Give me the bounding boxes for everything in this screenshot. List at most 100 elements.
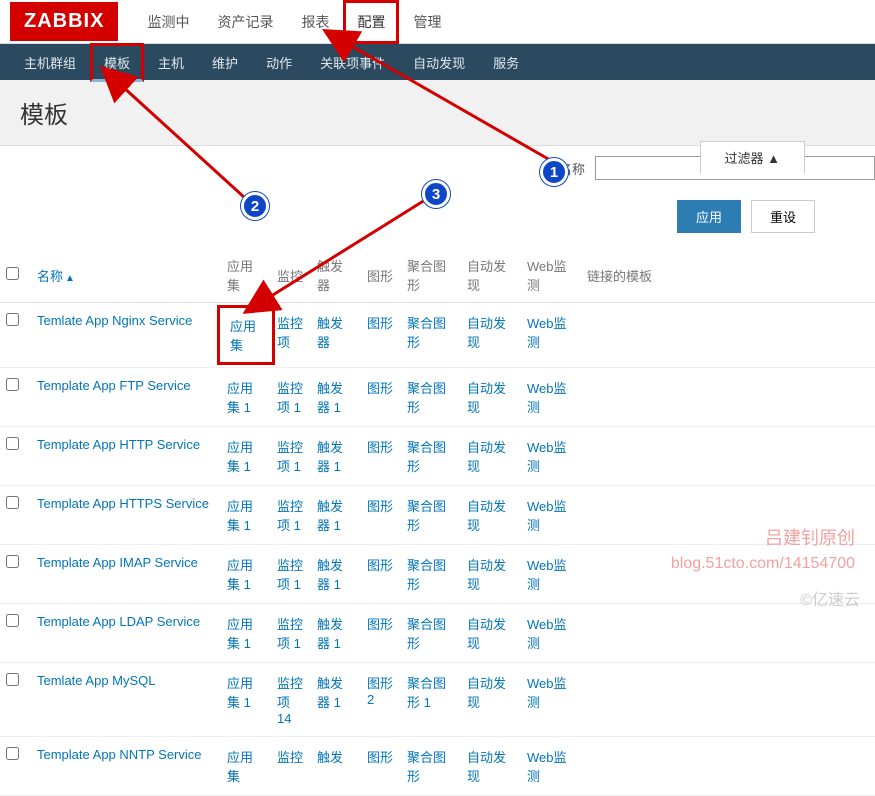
row-checkbox[interactable] bbox=[6, 673, 19, 686]
graph-link[interactable]: 图形 2 bbox=[367, 676, 393, 707]
row-checkbox[interactable] bbox=[6, 313, 19, 326]
appset-link[interactable]: 应用集 1 bbox=[227, 617, 253, 651]
appset-link[interactable]: 应用集 bbox=[230, 319, 256, 353]
discovery-link[interactable]: 自动发现 bbox=[467, 381, 506, 415]
appset-link[interactable]: 应用集 1 bbox=[227, 381, 253, 415]
trigger-link[interactable]: 触发器 1 bbox=[317, 676, 343, 710]
reset-button[interactable]: 重设 bbox=[751, 200, 815, 233]
col-graph[interactable]: 图形 bbox=[361, 248, 401, 303]
col-linked[interactable]: 链接的模板 bbox=[581, 248, 875, 303]
sub-nav-1[interactable]: 模板 bbox=[90, 43, 144, 82]
web-link[interactable]: Web监测 bbox=[527, 617, 567, 651]
monitor-link[interactable]: 监控项 1 bbox=[277, 381, 303, 415]
trigger-link[interactable]: 触发器 1 bbox=[317, 617, 343, 651]
select-all-checkbox[interactable] bbox=[6, 267, 19, 280]
discovery-link[interactable]: 自动发现 bbox=[467, 499, 506, 533]
sub-nav-7[interactable]: 服务 bbox=[479, 43, 533, 82]
filter-toggle[interactable]: 过滤器 ▲ bbox=[700, 141, 805, 173]
top-nav-2[interactable]: 报表 bbox=[287, 0, 343, 44]
aggregate-link[interactable]: 聚合图形 bbox=[407, 499, 446, 533]
web-link[interactable]: Web监测 bbox=[527, 440, 567, 474]
web-link[interactable]: Web监测 bbox=[527, 750, 567, 784]
trigger-link[interactable]: 触发器 1 bbox=[317, 499, 343, 533]
monitor-link[interactable]: 监控项 14 bbox=[277, 676, 303, 726]
aggregate-link[interactable]: 聚合图形 bbox=[407, 381, 446, 415]
template-name-link[interactable]: Template App IMAP Service bbox=[37, 555, 198, 570]
top-nav-1[interactable]: 资产记录 bbox=[203, 0, 287, 44]
trigger-link[interactable]: 触发 bbox=[317, 750, 343, 765]
trigger-link[interactable]: 触发器 bbox=[317, 316, 343, 350]
appset-link[interactable]: 应用集 1 bbox=[227, 440, 253, 474]
col-web[interactable]: Web监测 bbox=[521, 248, 581, 303]
discovery-link[interactable]: 自动发现 bbox=[467, 676, 506, 710]
top-nav-0[interactable]: 监测中 bbox=[133, 0, 203, 44]
graph-link[interactable]: 图形 bbox=[367, 558, 393, 573]
sub-nav-5[interactable]: 关联项事件 bbox=[306, 43, 399, 82]
aggregate-link[interactable]: 聚合图形 bbox=[407, 558, 446, 592]
template-name-link[interactable]: Template App LDAP Service bbox=[37, 614, 200, 629]
monitor-link[interactable]: 监控项 1 bbox=[277, 499, 303, 533]
graph-link[interactable]: 图形 bbox=[367, 381, 393, 396]
aggregate-link[interactable]: 聚合图形 bbox=[407, 617, 446, 651]
appset-link[interactable]: 应用集 1 bbox=[227, 499, 253, 533]
row-checkbox[interactable] bbox=[6, 614, 19, 627]
aggregate-link[interactable]: 聚合图形 1 bbox=[407, 676, 446, 710]
web-link[interactable]: Web监测 bbox=[527, 558, 567, 592]
monitor-link[interactable]: 监控项 1 bbox=[277, 558, 303, 592]
discovery-link[interactable]: 自动发现 bbox=[467, 440, 506, 474]
row-checkbox[interactable] bbox=[6, 747, 19, 760]
graph-link[interactable]: 图形 bbox=[367, 617, 393, 632]
aggregate-link[interactable]: 聚合图形 bbox=[407, 316, 446, 350]
template-name-link[interactable]: Temlate App MySQL bbox=[37, 673, 156, 688]
row-checkbox[interactable] bbox=[6, 437, 19, 450]
web-link[interactable]: Web监测 bbox=[527, 316, 567, 350]
sub-nav-2[interactable]: 主机 bbox=[144, 43, 198, 82]
aggregate-link[interactable]: 聚合图形 bbox=[407, 750, 446, 784]
col-aggregate[interactable]: 聚合图形 bbox=[401, 248, 461, 303]
discovery-link[interactable]: 自动发现 bbox=[467, 617, 506, 651]
appset-link[interactable]: 应用集 bbox=[227, 750, 253, 784]
template-name-link[interactable]: Template App HTTPS Service bbox=[37, 496, 209, 511]
row-checkbox[interactable] bbox=[6, 496, 19, 509]
row-checkbox[interactable] bbox=[6, 378, 19, 391]
template-name-link[interactable]: Temlate App Nginx Service bbox=[37, 313, 192, 328]
top-nav-3[interactable]: 配置 bbox=[343, 0, 399, 44]
apply-button[interactable]: 应用 bbox=[677, 200, 741, 233]
sub-nav-0[interactable]: 主机群组 bbox=[10, 43, 90, 82]
monitor-link[interactable]: 监控项 1 bbox=[277, 440, 303, 474]
monitor-link[interactable]: 监控 bbox=[277, 750, 303, 765]
trigger-link[interactable]: 触发器 1 bbox=[317, 381, 343, 415]
template-name-link[interactable]: Template App FTP Service bbox=[37, 378, 191, 393]
col-appset[interactable]: 应用集 bbox=[221, 248, 271, 303]
sub-nav-6[interactable]: 自动发现 bbox=[399, 43, 479, 82]
monitor-link[interactable]: 监控项 1 bbox=[277, 617, 303, 651]
sub-nav-4[interactable]: 动作 bbox=[252, 43, 306, 82]
top-nav-4[interactable]: 管理 bbox=[399, 0, 455, 44]
discovery-link[interactable]: 自动发现 bbox=[467, 558, 506, 592]
col-trigger[interactable]: 触发器 bbox=[311, 248, 361, 303]
graph-link[interactable]: 图形 bbox=[367, 440, 393, 455]
web-link[interactable]: Web监测 bbox=[527, 499, 567, 533]
discovery-link[interactable]: 自动发现 bbox=[467, 750, 506, 784]
template-name-link[interactable]: Template App HTTP Service bbox=[37, 437, 200, 452]
col-name[interactable]: 名称▲ bbox=[31, 248, 221, 303]
col-monitor[interactable]: 监控 bbox=[271, 248, 311, 303]
trigger-link[interactable]: 触发器 1 bbox=[317, 440, 343, 474]
discovery-link[interactable]: 自动发现 bbox=[467, 316, 506, 350]
template-name-link[interactable]: Template App NNTP Service bbox=[37, 747, 202, 762]
col-discovery[interactable]: 自动发现 bbox=[461, 248, 521, 303]
graph-link[interactable]: 图形 bbox=[367, 316, 393, 331]
aggregate-link[interactable]: 聚合图形 bbox=[407, 440, 446, 474]
appset-link[interactable]: 应用集 1 bbox=[227, 558, 253, 592]
logo[interactable]: ZABBIX bbox=[10, 2, 118, 41]
row-checkbox[interactable] bbox=[6, 555, 19, 568]
appset-link[interactable]: 应用集 1 bbox=[227, 676, 253, 710]
table-row: Temlate App Nginx Service 应用集监控项触发器 图形聚合图形… bbox=[0, 303, 875, 368]
sub-nav-3[interactable]: 维护 bbox=[198, 43, 252, 82]
web-link[interactable]: Web监测 bbox=[527, 676, 567, 710]
graph-link[interactable]: 图形 bbox=[367, 750, 393, 765]
graph-link[interactable]: 图形 bbox=[367, 499, 393, 514]
trigger-link[interactable]: 触发器 1 bbox=[317, 558, 343, 592]
web-link[interactable]: Web监测 bbox=[527, 381, 567, 415]
monitor-link[interactable]: 监控项 bbox=[277, 316, 303, 350]
